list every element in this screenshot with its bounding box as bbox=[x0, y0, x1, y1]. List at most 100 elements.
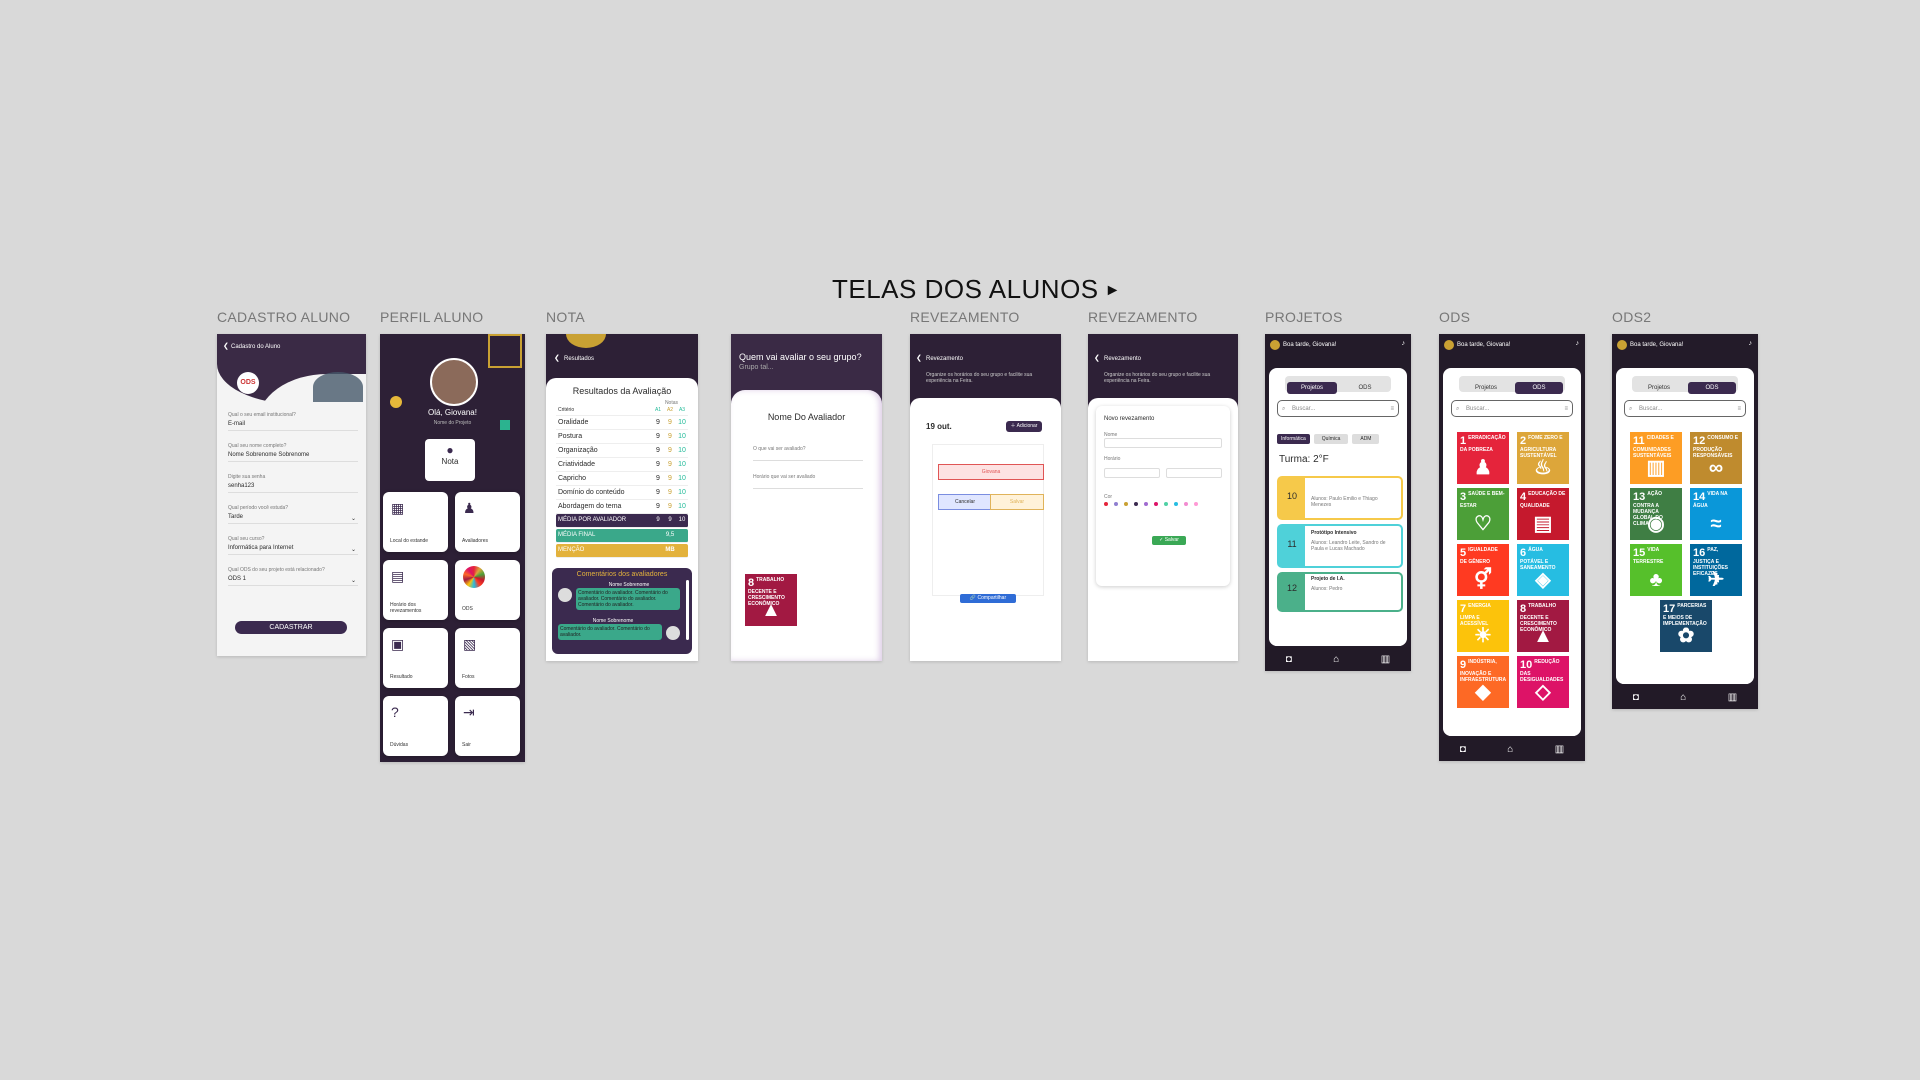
grades-table: Notas Critério A1 A2 A3 Oralidade 9 9 10 Postu… bbox=[556, 400, 688, 558]
sdg-14-tile[interactable]: 14 VIDA NA ÁGUA ≈ bbox=[1690, 488, 1742, 540]
sdg-11-tile[interactable]: 11 CIDADES E COMUNIDADES SUSTENTÁVEIS ▥ bbox=[1630, 432, 1682, 484]
sdg-13-tile[interactable]: 13 AÇÃO CONTRA A MUDANÇA GLOBAL DO CLIMA ◉ bbox=[1630, 488, 1682, 540]
table-row: Capricho 9 9 10 bbox=[556, 472, 688, 486]
sdg-4-tile[interactable]: 4 EDUCAÇÃO DE QUALIDADE ▤ bbox=[1517, 488, 1569, 540]
tab-projetos[interactable]: Projetos bbox=[1461, 382, 1511, 394]
book-icon[interactable]: ▥ bbox=[1728, 692, 1737, 703]
search-input[interactable]: ⌕ Buscar... ≡ bbox=[1277, 400, 1399, 417]
infinity-icon: ∞ bbox=[1708, 457, 1724, 479]
sdg-1-tile[interactable]: 1 ERRADICAÇÃO DA POBREZA ♟ bbox=[1457, 432, 1509, 484]
tile-horario[interactable]: ▤ Horário dos revezamentos bbox=[383, 560, 448, 620]
add-button[interactable]: ＋ Adicionar bbox=[1006, 421, 1042, 432]
schedule-slot[interactable]: Giovana bbox=[938, 464, 1044, 480]
question-what: O que vai ser avaliado? bbox=[753, 446, 806, 452]
sdg-15-tile[interactable]: 15 VIDA TERRESTRE ♣ bbox=[1630, 544, 1682, 596]
label-nota: NOTA bbox=[546, 309, 586, 325]
tile-ods[interactable]: ODS bbox=[455, 560, 520, 620]
sdg-8-tile[interactable]: 8 TRABALHO DECENTE E CRESCIMENTO ECONÔMIC… bbox=[1517, 600, 1569, 652]
search-icon: ⌕ bbox=[1282, 406, 1286, 412]
cancel-button[interactable]: Cancelar bbox=[938, 494, 992, 510]
sdg-10-tile[interactable]: 10 REDUÇÃO DAS DESIGUALDADES ◇ bbox=[1517, 656, 1569, 708]
select-course[interactable]: Qual seu curso? Informática para Internet… bbox=[228, 536, 358, 567]
chip-adm[interactable]: ADM bbox=[1352, 434, 1380, 444]
back-icon[interactable]: ❮ bbox=[223, 342, 229, 350]
camera-icon[interactable]: ◘ bbox=[1633, 692, 1639, 703]
tile-local[interactable]: ▦ Local do estande bbox=[383, 492, 448, 552]
book-icon[interactable]: ▥ bbox=[1381, 654, 1390, 665]
education-icon: ▤ bbox=[1533, 513, 1553, 535]
project-card[interactable]: 11 Protótipo Intensivo Alunos: Leandro L… bbox=[1277, 524, 1403, 568]
users-icon: ♟ bbox=[463, 500, 476, 516]
tile-resultado[interactable]: ▣ Resultado bbox=[383, 628, 448, 688]
save-button[interactable]: ✓ Salvar bbox=[1152, 536, 1186, 545]
media-final-row: MÉDIA FINAL 9,5 bbox=[556, 529, 688, 543]
sdg-16-tile[interactable]: 16 PAZ, JUSTIÇA E INSTITUIÇÕES EFICAZES ✈ bbox=[1690, 544, 1742, 596]
tile-sair[interactable]: ⇥ Sair bbox=[455, 696, 520, 756]
screen-perfil: Olá, Giovana! Nome do Projeto ● Nota ▦ Lo… bbox=[380, 334, 525, 762]
tab-ods[interactable]: ODS bbox=[1341, 382, 1389, 394]
name-input[interactable] bbox=[1104, 438, 1222, 448]
mencao-row: MENÇÃO MB bbox=[556, 544, 688, 558]
sdg-6-tile[interactable]: 6 ÁGUA POTÁVEL E SANEAMENTO ◈ bbox=[1517, 544, 1569, 596]
screen-ods2: Boa tarde, Giovana! ♪ Projetos ODS ⌕ Busca… bbox=[1612, 334, 1758, 709]
project-card[interactable]: 10 Alunos: Paulo Emilio e Thiago Menezes bbox=[1277, 476, 1403, 520]
field-password[interactable]: Digite sua senha senha123 bbox=[228, 474, 358, 505]
avatar bbox=[1270, 340, 1280, 350]
filter-icon[interactable]: ≡ bbox=[1564, 401, 1568, 418]
back-icon[interactable]: ❮ bbox=[1094, 354, 1100, 362]
filter-icon[interactable]: ≡ bbox=[1390, 401, 1394, 418]
sdg-2-tile[interactable]: 2 FOME ZERO E AGRICULTURA SUSTENTÁVEL ♨ bbox=[1517, 432, 1569, 484]
tab-ods[interactable]: ODS bbox=[1688, 382, 1736, 394]
back-icon[interactable]: ❮ bbox=[554, 354, 560, 362]
media-avaliador-row: MÉDIA POR AVALIADOR 9 9 10 bbox=[556, 514, 688, 528]
bell-icon[interactable]: ♪ bbox=[1749, 340, 1753, 347]
chip-quimica[interactable]: Química bbox=[1313, 434, 1349, 444]
camera-icon[interactable]: ◘ bbox=[1460, 744, 1466, 755]
header-title: Cadastro do Aluno bbox=[231, 344, 281, 350]
tab-ods[interactable]: ODS bbox=[1515, 382, 1563, 394]
search-input[interactable]: ⌕ Buscar... ≡ bbox=[1624, 400, 1746, 417]
sdg-9-tile[interactable]: 9 INDÚSTRIA, INOVAÇÃO E INFRAESTRUTURA ◆ bbox=[1457, 656, 1509, 708]
color-picker[interactable] bbox=[1104, 502, 1198, 506]
header-subtitle: Organize os horários do seu grupo e faci… bbox=[926, 372, 1033, 384]
nota-button[interactable]: ● Nota bbox=[425, 439, 475, 481]
label-ods2: ODS2 bbox=[1612, 309, 1652, 325]
home-icon[interactable]: ⌂ bbox=[1680, 692, 1686, 703]
home-icon[interactable]: ⌂ bbox=[1507, 744, 1513, 755]
bell-icon[interactable]: ♪ bbox=[1402, 340, 1406, 347]
select-period[interactable]: Qual período você estuda? Tarde ⌄ bbox=[228, 505, 358, 536]
select-ods[interactable]: Qual ODS do seu projeto está relacionado… bbox=[228, 567, 358, 598]
scrollbar[interactable] bbox=[686, 580, 689, 640]
tile-avaliadores[interactable]: ♟ Avaliadores bbox=[455, 492, 520, 552]
filter-icon[interactable]: ≡ bbox=[1737, 401, 1741, 418]
camera-icon[interactable]: ◘ bbox=[1286, 654, 1292, 665]
greeting: Boa tarde, Giovana! bbox=[1457, 342, 1511, 348]
field-email[interactable]: Qual o seu email institucional? E-mail bbox=[228, 412, 358, 443]
submit-button[interactable]: CADASTRAR bbox=[235, 621, 347, 634]
chip-informatica[interactable]: Informática bbox=[1277, 434, 1310, 444]
sdg-5-tile[interactable]: 5 IGUALDADE DE GÊNERO ⚥ bbox=[1457, 544, 1509, 596]
search-icon: ⌕ bbox=[1629, 406, 1633, 412]
project-card[interactable]: 12 Projeto de I.A. Alunos: Pedro bbox=[1277, 572, 1403, 612]
tile-duvidas[interactable]: ? Dúvidas bbox=[383, 696, 448, 756]
sdg-7-tile[interactable]: 7 ENERGIA LIMPA E ACESSÍVEL ☀ bbox=[1457, 600, 1509, 652]
share-button[interactable]: 🔗 Compartilhar bbox=[960, 594, 1016, 603]
book-icon[interactable]: ▥ bbox=[1555, 744, 1564, 755]
sdg-12-tile[interactable]: 12 CONSUMO E PRODUÇÃO RESPONSÁVEIS ∞ bbox=[1690, 432, 1742, 484]
screen-avaliador: Quem vai avaliar o seu grupo? Grupo tal.… bbox=[731, 334, 882, 661]
time-end-input[interactable] bbox=[1166, 468, 1222, 478]
tab-projetos[interactable]: Projetos bbox=[1634, 382, 1684, 394]
home-icon[interactable]: ⌂ bbox=[1333, 654, 1339, 665]
search-input[interactable]: ⌕ Buscar... ≡ bbox=[1451, 400, 1573, 417]
bell-icon[interactable]: ♪ bbox=[1576, 340, 1580, 347]
sdg-3-tile[interactable]: 3 SAÚDE E BEM-ESTAR ♡ bbox=[1457, 488, 1509, 540]
field-name[interactable]: Qual seu nome completo? Nome Sobrenome So… bbox=[228, 443, 358, 474]
time-start-input[interactable] bbox=[1104, 468, 1160, 478]
decor-square bbox=[488, 334, 522, 368]
table-row: Abordagem do tema 9 9 10 bbox=[556, 500, 688, 514]
back-icon[interactable]: ❮ bbox=[916, 354, 922, 362]
sdg-17-tile[interactable]: 17 PARCERIAS E MEIOS DE IMPLEMENTAÇÃO ✿ bbox=[1660, 600, 1712, 652]
save-button[interactable]: Salvar bbox=[990, 494, 1044, 510]
tile-fotos[interactable]: ▧ Fotos bbox=[455, 628, 520, 688]
tab-projetos[interactable]: Projetos bbox=[1287, 382, 1337, 394]
